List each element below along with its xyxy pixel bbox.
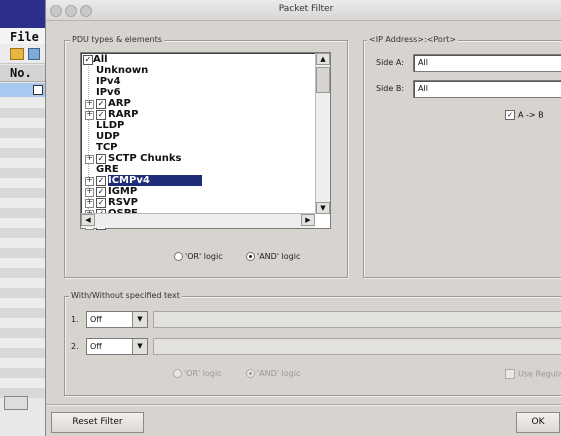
specified-text-group-label: With/Without specified text [69,291,182,300]
tree-item-label: ICMPv4 [108,175,202,186]
side-b-input[interactable]: All [413,80,561,98]
tree-item-label: Unknown [96,65,149,76]
scroll-right-button[interactable]: ▶ [301,214,315,226]
scroll-down-button[interactable]: ▼ [316,202,330,214]
chevron-down-icon[interactable]: ▼ [132,339,147,354]
expand-icon[interactable] [85,153,94,164]
radio-icon [246,369,255,378]
tree-item-all[interactable]: ✓ All [81,54,313,65]
tree-vertical-scrollbar[interactable]: ▲ ▼ [315,53,330,214]
text-and-logic-radio[interactable]: 'AND' logic [246,369,300,378]
ok-button[interactable]: OK [516,412,560,433]
tree-item-label: UDP [96,131,120,142]
scroll-up-button[interactable]: ▲ [316,53,330,65]
tree-item-gre[interactable]: GRE [81,164,313,175]
tree-item-label: LLDP [96,120,125,131]
checkbox-icon[interactable]: ✓ [96,198,106,208]
tree-item-icmpv4[interactable]: ✓ICMPv4 [81,175,313,186]
checkbox-icon[interactable]: ✓ [96,176,106,186]
scroll-thumb[interactable] [316,67,330,93]
tree-item-igmp[interactable]: ✓IGMP [81,186,313,197]
text-or-logic-radio[interactable]: 'OR' logic [173,369,222,378]
tree-item-arp[interactable]: ✓ARP [81,98,313,109]
checkbox-icon[interactable]: ✓ [96,154,106,164]
tree-item-label: RARP [108,109,139,120]
tree-item-label: SCTP Chunks [108,153,182,164]
save-icon[interactable] [28,48,40,60]
expand-icon[interactable] [85,175,94,186]
chevron-down-icon[interactable]: ▼ [132,312,147,327]
side-a-input[interactable]: All [413,54,561,72]
text-row-1-index: 1. [71,315,79,324]
direction-checkbox[interactable]: ✓ A -> B [505,110,544,120]
expand-icon[interactable] [85,197,94,208]
tree-horizontal-scrollbar[interactable]: ◀ ▶ [81,213,315,228]
tree-item-tcp[interactable]: TCP [81,142,313,153]
collapse-icon[interactable] [33,85,43,95]
scroll-left-button[interactable]: ◀ [81,214,95,226]
pdu-or-logic-radio[interactable]: 'OR' logic [174,252,223,261]
checkbox-icon[interactable]: ✓ [96,110,106,120]
text-row-1-mode-select[interactable]: Off ▼ [86,311,148,328]
tree-item-udp[interactable]: UDP [81,131,313,142]
text-row-2-index: 2. [71,342,79,351]
horizontal-scrollbar[interactable] [4,396,28,410]
use-regex-checkbox[interactable]: Use Regula [505,369,561,379]
reset-filter-button[interactable]: Reset Filter [51,412,144,433]
tree-item-label: IGMP [108,186,138,197]
dialog-title: Packet Filter [278,4,334,14]
checkbox-icon[interactable]: ✓ [83,55,93,65]
tree-item-label: TCP [96,142,118,153]
tree-item-rarp[interactable]: ✓RARP [81,109,313,120]
text-row-1-input[interactable] [153,311,561,328]
footer-divider [46,404,561,406]
expand-icon[interactable] [85,98,94,109]
radio-icon [246,252,255,261]
packet-filter-dialog: Packet Filter PDU types & elements ✓ All U… [45,0,561,436]
side-b-label: Side B: [376,84,405,93]
checkbox-icon[interactable]: ✓ [96,187,106,197]
tree-item-label: RSVP [108,197,138,208]
checkbox-icon[interactable]: ✓ [96,99,106,109]
tree-item-label: ARP [108,98,131,109]
pdu-types-group-label: PDU types & elements [70,35,164,44]
pdu-tree[interactable]: ✓AllUnknownIPv4IPv6✓ARP✓RARPLLDPUDPTCP✓S… [80,52,331,230]
expand-icon[interactable] [85,186,94,197]
pdu-and-logic-radio[interactable]: 'AND' logic [246,252,300,261]
tree-item-label: All [93,54,108,65]
tree-item-ipv4[interactable]: IPv4 [81,76,313,87]
side-a-label: Side A: [376,58,404,67]
title-bar: Packet Filter [46,0,561,21]
tree-item-ipv6[interactable]: IPv6 [81,87,313,98]
tree-item-label: IPv4 [96,76,121,87]
open-folder-icon[interactable] [10,48,24,60]
checkbox-icon [505,369,515,379]
radio-icon [173,369,182,378]
tree-item-sctp-chunks[interactable]: ✓SCTP Chunks [81,153,313,164]
ip-address-group: <IP Address>:<Port> [363,35,561,278]
tree-item-unknown[interactable]: Unknown [81,65,313,76]
menu-file[interactable]: File [10,30,39,44]
tree-item-label: IPv6 [96,87,121,98]
checkbox-icon: ✓ [505,110,515,120]
radio-icon [174,252,183,261]
tree-item-rsvp[interactable]: ✓RSVP [81,197,313,208]
expand-icon[interactable] [85,109,94,120]
ip-address-group-label: <IP Address>:<Port> [367,35,458,44]
tree-item-label: GRE [96,164,119,175]
tree-item-lldp[interactable]: LLDP [81,120,313,131]
text-row-2-mode-select[interactable]: Off ▼ [86,338,148,355]
text-row-2-input[interactable] [153,338,561,355]
